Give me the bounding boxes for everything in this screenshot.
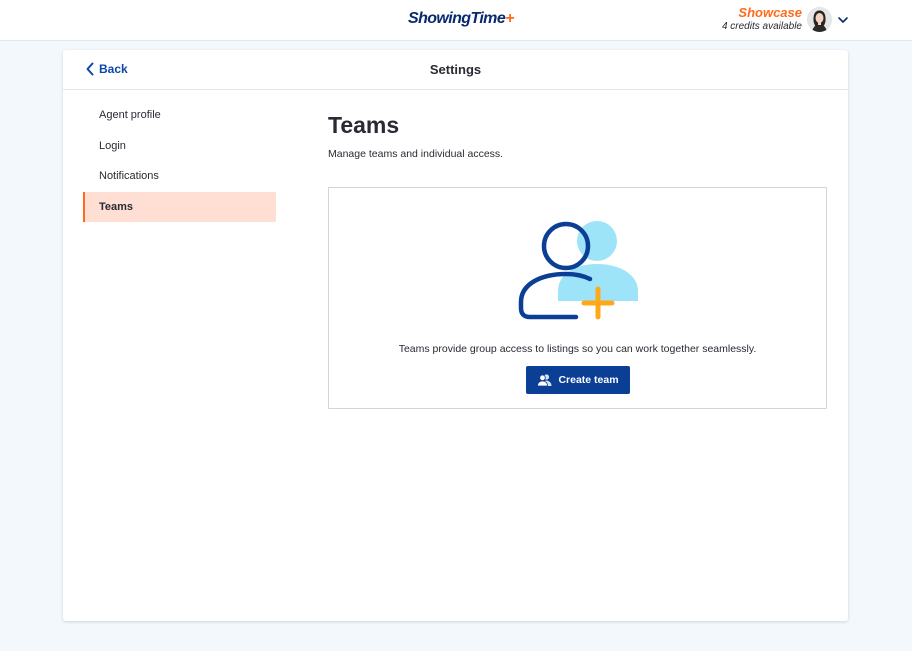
chevron-left-icon bbox=[86, 62, 94, 76]
back-label: Back bbox=[99, 62, 128, 76]
back-button[interactable]: Back bbox=[85, 62, 128, 76]
nav-item-agent-profile[interactable]: Agent profile bbox=[83, 100, 276, 130]
settings-card: Settings Back Agent profile Login Notifi… bbox=[63, 50, 848, 621]
card-header: Settings Back bbox=[63, 50, 848, 90]
teams-empty-panel: Teams provide group access to listings s… bbox=[328, 187, 827, 409]
credits-label: 4 credits available bbox=[721, 21, 802, 32]
page-title: Settings bbox=[429, 62, 482, 77]
chevron-down-icon[interactable] bbox=[836, 13, 850, 27]
brand-label: Showcase bbox=[738, 5, 802, 20]
section-subtitle: Manage teams and individual access. bbox=[328, 148, 504, 160]
create-team-button[interactable]: Create team bbox=[526, 366, 630, 394]
create-team-label: Create team bbox=[558, 374, 619, 386]
settings-nav: Agent profile Login Notifications Teams bbox=[83, 100, 276, 222]
logo-text: ShowingTime bbox=[408, 10, 506, 27]
avatar[interactable] bbox=[807, 7, 832, 32]
nav-item-notifications[interactable]: Notifications bbox=[83, 161, 276, 191]
nav-item-login[interactable]: Login bbox=[83, 131, 276, 161]
users-icon bbox=[537, 374, 552, 386]
account-info[interactable]: Showcase 4 credits available bbox=[722, 6, 802, 34]
top-bar: ShowingTime+ Showcase 4 credits availabl… bbox=[0, 0, 912, 41]
empty-state-text: Teams provide group access to listings s… bbox=[398, 343, 757, 355]
section-title: Teams bbox=[328, 112, 400, 138]
logo-plus: + bbox=[505, 10, 514, 27]
showingtime-logo[interactable]: ShowingTime+ bbox=[408, 10, 514, 28]
team-add-illustration bbox=[518, 221, 638, 320]
nav-item-teams[interactable]: Teams bbox=[83, 191, 276, 222]
